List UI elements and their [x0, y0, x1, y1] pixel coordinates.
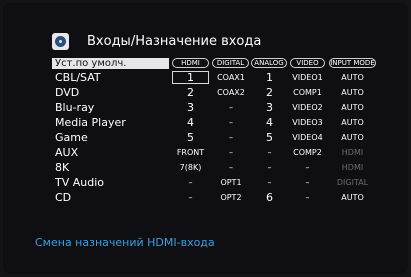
input-mode-cell[interactable]: DIGITAL [330, 176, 375, 189]
analog-cell[interactable]: 5 [252, 131, 287, 144]
input-mode-cell[interactable]: AUTO [330, 191, 375, 204]
hdmi-reassign-hint[interactable]: Смена назначений HDMI-входа [35, 236, 215, 249]
source-name: Game [55, 131, 88, 144]
column-header-input-mode: INPUT MODE [329, 58, 376, 68]
digital-cell[interactable]: COAX1 [213, 71, 249, 84]
source-name: 8K [55, 161, 70, 174]
input-mode-cell[interactable]: AUTO [330, 86, 375, 99]
video-cell[interactable]: VIDEO1 [290, 71, 325, 84]
column-header-digital: DIGITAL [212, 58, 249, 68]
input-mode-cell[interactable]: AUTO [330, 131, 375, 144]
table-row[interactable]: CBL/SAT 1 COAX1 1 VIDEO1 AUTO [0, 71, 411, 84]
default-button[interactable]: Уст.по умолч. [52, 58, 169, 69]
analog-cell[interactable]: – [252, 161, 287, 174]
digital-cell[interactable]: OPT1 [213, 176, 249, 189]
table-row[interactable]: Media Player 4–4 VIDEO3 AUTO [0, 116, 411, 129]
video-cell[interactable]: VIDEO3 [290, 116, 325, 129]
hdmi-cell[interactable]: – [172, 191, 209, 204]
source-name: TV Audio [55, 176, 105, 189]
input-assign-icon [52, 33, 69, 50]
digital-cell[interactable]: COAX2 [213, 86, 249, 99]
table-row[interactable]: AUX FRONT – – COMP2 HDMI [0, 146, 411, 159]
analog-cell[interactable]: 1 [252, 71, 287, 84]
digital-cell[interactable]: – [213, 161, 249, 174]
table-row[interactable]: CD – OPT2 6– AUTO [0, 191, 411, 204]
table-row[interactable]: DVD 2 COAX2 2 COMP1 AUTO [0, 86, 411, 99]
page-title: Входы/Назначение входа [87, 34, 262, 49]
source-name: DVD [55, 86, 80, 99]
analog-cell[interactable]: 4 [252, 116, 287, 129]
table-row[interactable]: Blu-ray 3–3 VIDEO2 AUTO [0, 101, 411, 114]
video-cell[interactable]: – [290, 191, 325, 204]
source-name: CBL/SAT [55, 71, 101, 84]
disc-hole [59, 40, 62, 43]
table-row[interactable]: 8K 7(8K) – – – HDMI [0, 161, 411, 174]
hdmi-cell[interactable]: 3 [172, 101, 209, 114]
source-name: Media Player [55, 116, 126, 129]
source-name: CD [55, 191, 72, 204]
hdmi-cell[interactable]: 4 [172, 116, 209, 129]
analog-cell[interactable]: 3 [252, 101, 287, 114]
video-cell[interactable]: VIDEO2 [290, 101, 325, 114]
analog-cell[interactable]: – [252, 176, 287, 189]
hdmi-cell[interactable]: FRONT [172, 146, 209, 159]
input-mode-cell[interactable]: AUTO [330, 101, 375, 114]
table-row[interactable]: Game 5–5 VIDEO4 AUTO [0, 131, 411, 144]
column-header-hdmi: HDMI [172, 58, 209, 68]
video-cell[interactable]: – [290, 161, 325, 174]
digital-cell[interactable]: OPT2 [213, 191, 249, 204]
hdmi-cell[interactable]: 7(8K) [172, 161, 209, 174]
video-cell[interactable]: – [290, 176, 325, 189]
source-name: AUX [55, 146, 79, 159]
video-cell[interactable]: COMP2 [290, 146, 325, 159]
input-mode-cell[interactable]: AUTO [330, 116, 375, 129]
hdmi-cell[interactable]: 1 [172, 71, 209, 84]
video-cell[interactable]: VIDEO4 [290, 131, 325, 144]
hdmi-cell[interactable]: – [172, 176, 209, 189]
analog-cell[interactable]: 2 [252, 86, 287, 99]
hdmi-cell[interactable]: 2 [172, 86, 209, 99]
column-header-video: VIDEO [290, 58, 325, 68]
digital-cell[interactable]: – [213, 116, 249, 129]
digital-cell[interactable]: – [213, 146, 249, 159]
input-mode-cell[interactable]: AUTO [330, 71, 375, 84]
analog-cell[interactable]: – [252, 146, 287, 159]
column-header-analog: ANALOG [251, 58, 287, 68]
analog-cell[interactable]: 6 [252, 191, 287, 204]
video-cell[interactable]: COMP1 [290, 86, 325, 99]
digital-cell[interactable]: – [213, 101, 249, 114]
table-row[interactable]: TV Audio – OPT1– – DIGITAL [0, 176, 411, 189]
input-mode-cell[interactable]: HDMI [330, 146, 375, 159]
digital-cell[interactable]: – [213, 131, 249, 144]
input-mode-cell[interactable]: HDMI [330, 161, 375, 174]
hdmi-cell[interactable]: 5 [172, 131, 209, 144]
source-name: Blu-ray [55, 101, 95, 114]
